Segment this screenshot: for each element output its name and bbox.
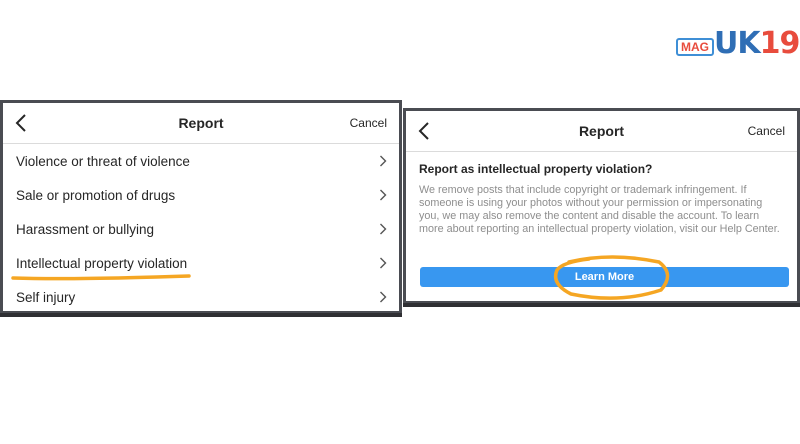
report-option-drugs[interactable]: Sale or promotion of drugs xyxy=(3,178,399,212)
chevron-right-icon xyxy=(380,291,387,303)
page-title: Report xyxy=(578,123,625,139)
report-options-panel: Report Cancel Violence or threat of viol… xyxy=(0,100,402,317)
logo-mag-badge: MAG xyxy=(676,38,714,56)
page-title: Report xyxy=(178,115,224,131)
chevron-right-icon xyxy=(380,189,387,201)
site-logo: MAG UΚ19 xyxy=(676,26,800,61)
back-icon[interactable] xyxy=(11,112,31,134)
report-option-label: Intellectual property violation xyxy=(16,255,188,271)
ip-violation-panel: Report Cancel Report as intellectual pro… xyxy=(403,108,800,307)
logo-brand: UΚ19 xyxy=(714,26,800,61)
cancel-button[interactable]: Cancel xyxy=(350,116,387,130)
report-header: Report Cancel xyxy=(3,103,399,144)
report-header: Report Cancel xyxy=(406,111,797,152)
learn-more-button[interactable]: Learn More xyxy=(420,267,789,287)
report-option-label: Sale or promotion of drugs xyxy=(16,187,176,203)
report-option-label: Violence or threat of violence xyxy=(16,153,190,169)
report-option-label: Harassment or bullying xyxy=(16,221,155,237)
report-option-intellectual-property[interactable]: Intellectual property violation xyxy=(3,246,399,281)
report-option-violence[interactable]: Violence or threat of violence xyxy=(3,144,399,178)
chevron-right-icon xyxy=(380,223,387,235)
report-option-self-injury[interactable]: Self injury xyxy=(3,280,399,314)
report-option-label: Self injury xyxy=(16,289,76,305)
back-icon[interactable] xyxy=(414,120,434,142)
ip-question-heading: Report as intellectual property violatio… xyxy=(419,162,653,176)
report-option-harassment[interactable]: Harassment or bullying xyxy=(3,212,399,246)
chevron-right-icon xyxy=(380,155,387,167)
ip-description-text: We remove posts that include copyright o… xyxy=(419,184,780,235)
cancel-button[interactable]: Cancel xyxy=(748,124,785,138)
chevron-right-icon xyxy=(380,257,387,269)
